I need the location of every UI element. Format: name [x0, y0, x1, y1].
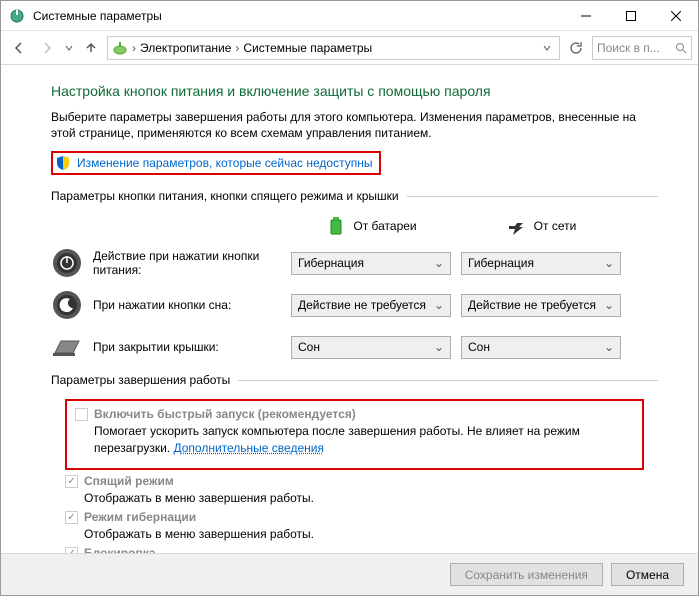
shield-icon	[55, 155, 71, 171]
maximize-button[interactable]	[608, 1, 653, 31]
chevron-right-icon: ›	[132, 41, 136, 55]
power-button-ac-select[interactable]: Гибернация⌄	[461, 252, 621, 275]
fast-startup-box: Включить быстрый запуск (рекомендуется) …	[65, 399, 644, 469]
breadcrumb-seg[interactable]: Электропитание	[140, 41, 231, 55]
page-title: Настройка кнопок питания и включение защ…	[51, 83, 658, 99]
power-plan-icon	[112, 40, 128, 56]
cancel-button[interactable]: Отмена	[611, 563, 684, 586]
app-icon	[9, 8, 25, 24]
lid-ac-select[interactable]: Сон⌄	[461, 336, 621, 359]
search-icon	[675, 42, 687, 54]
fast-startup-checkbox[interactable]	[75, 408, 88, 421]
lock-checkbox[interactable]	[65, 547, 78, 553]
chevron-right-icon: ›	[235, 41, 239, 55]
address-dropdown[interactable]	[539, 44, 555, 52]
section-header-shutdown: Параметры завершения работы	[51, 373, 658, 387]
content-area: Настройка кнопок питания и включение защ…	[1, 65, 698, 553]
power-button-icon	[51, 247, 83, 279]
save-button[interactable]: Сохранить изменения	[450, 563, 603, 586]
unlock-settings-link-box: Изменение параметров, которые сейчас нед…	[51, 151, 381, 175]
minimize-button[interactable]	[563, 1, 608, 31]
window-title: Системные параметры	[33, 9, 563, 23]
sleep-button-ac-select[interactable]: Действие не требуется⌄	[461, 294, 621, 317]
nav-bar: › Электропитание › Системные параметры П…	[1, 31, 698, 65]
lid-battery-select[interactable]: Сон⌄	[291, 336, 451, 359]
sleep-checkbox[interactable]	[65, 475, 78, 488]
address-bar[interactable]: › Электропитание › Системные параметры	[107, 36, 560, 60]
history-dropdown[interactable]	[63, 38, 75, 58]
laptop-lid-icon	[51, 331, 83, 363]
power-button-row: Действие при нажатии кнопки питания: Гиб…	[51, 247, 658, 279]
close-button[interactable]	[653, 1, 698, 31]
hibernate-checkbox[interactable]	[65, 511, 78, 524]
breadcrumb-seg[interactable]: Системные параметры	[243, 41, 372, 55]
page-description: Выберите параметры завершения работы для…	[51, 109, 658, 141]
footer-bar: Сохранить изменения Отмена	[1, 553, 698, 595]
sleep-button-row: При нажатии кнопки сна: Действие не треб…	[51, 289, 658, 321]
lid-close-row: При закрытии крышки: Сон⌄ Сон⌄	[51, 331, 658, 363]
forward-button[interactable]	[35, 36, 59, 60]
sleep-button-battery-select[interactable]: Действие не требуется⌄	[291, 294, 451, 317]
more-info-link[interactable]: Дополнительные сведения	[173, 441, 323, 455]
plug-icon	[506, 215, 528, 237]
back-button[interactable]	[7, 36, 31, 60]
refresh-button[interactable]	[564, 36, 588, 60]
search-input[interactable]: Поиск в п...	[592, 36, 692, 60]
title-bar: Системные параметры	[1, 1, 698, 31]
power-button-battery-select[interactable]: Гибернация⌄	[291, 252, 451, 275]
battery-icon	[325, 215, 347, 237]
fast-startup-desc: Помогает ускорить запуск компьютера посл…	[94, 423, 634, 455]
columns-header: От батареи От сети	[51, 215, 658, 237]
search-placeholder: Поиск в п...	[597, 41, 660, 55]
sleep-button-icon	[51, 289, 83, 321]
up-button[interactable]	[79, 36, 103, 60]
section-header-buttons: Параметры кнопки питания, кнопки спящего…	[51, 189, 658, 203]
unlock-settings-link[interactable]: Изменение параметров, которые сейчас нед…	[77, 156, 373, 170]
